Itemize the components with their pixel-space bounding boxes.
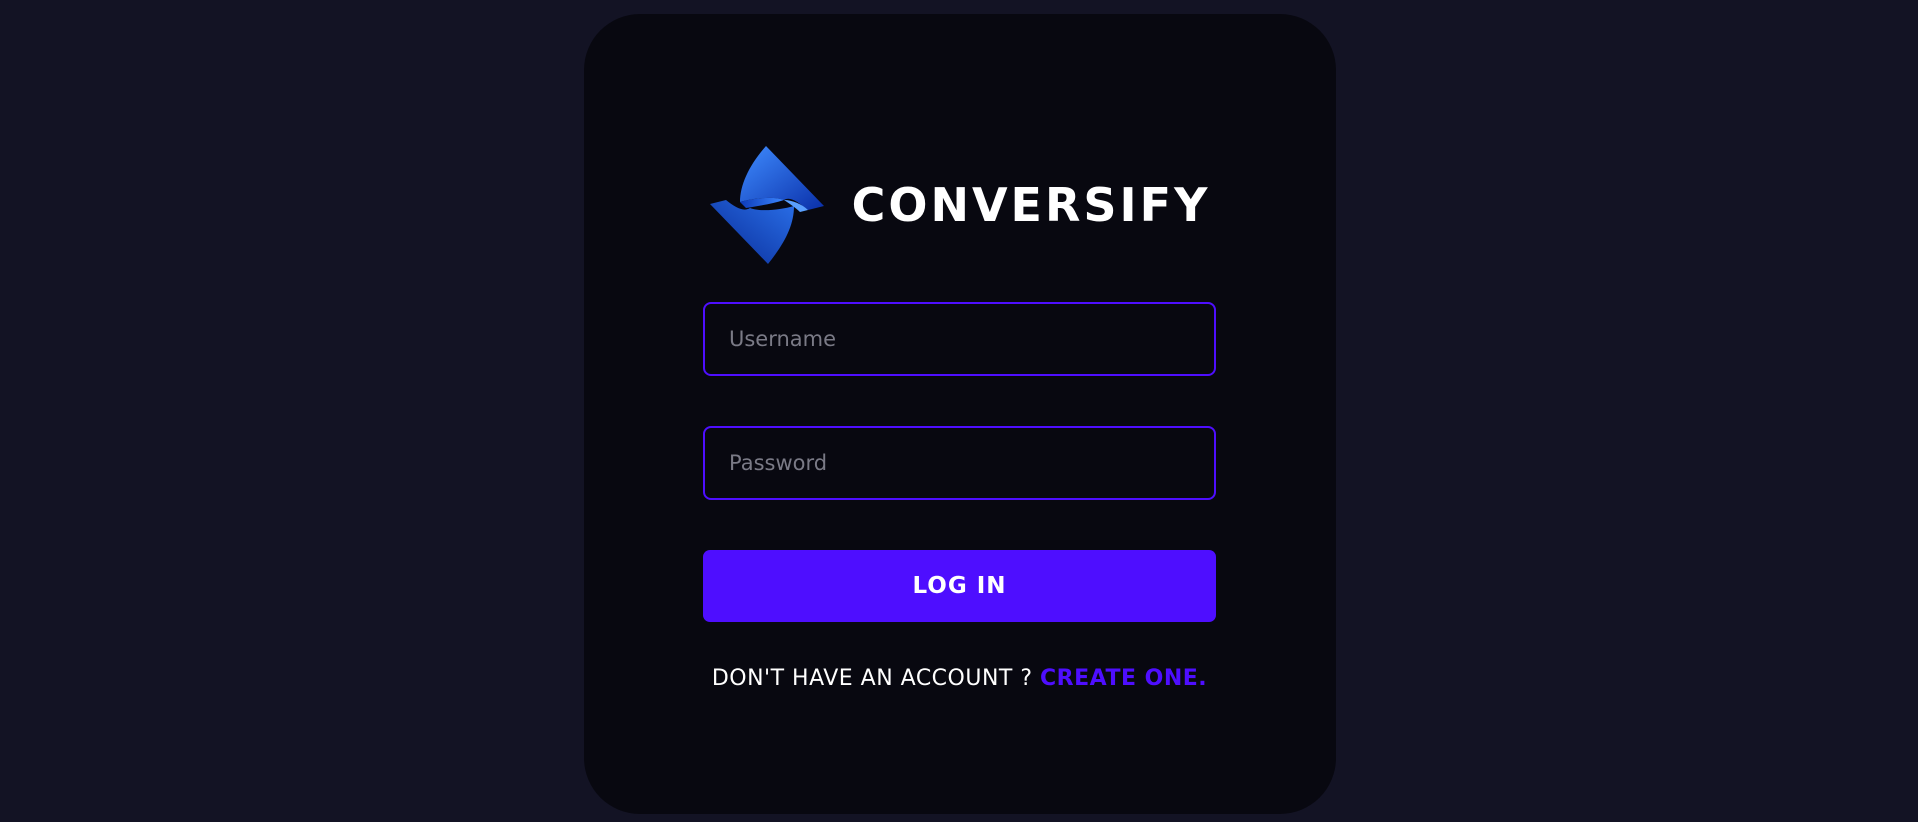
login-page: CONVERSIFY LOG IN DON'T HAVE AN ACCOUNT … bbox=[0, 0, 1918, 822]
create-account-link[interactable]: CREATE ONE. bbox=[1040, 666, 1207, 691]
conversify-logo-icon bbox=[709, 146, 824, 264]
signup-prompt-text: DON'T HAVE AN ACCOUNT ? bbox=[711, 666, 1041, 691]
password-input[interactable] bbox=[703, 426, 1216, 500]
login-card: CONVERSIFY LOG IN DON'T HAVE AN ACCOUNT … bbox=[584, 14, 1336, 814]
login-button[interactable]: LOG IN bbox=[703, 550, 1216, 622]
signup-prompt: DON'T HAVE AN ACCOUNT ? CREATE ONE. bbox=[703, 666, 1216, 691]
username-input[interactable] bbox=[703, 302, 1216, 376]
brand-name: CONVERSIFY bbox=[851, 178, 1211, 232]
brand-header: CONVERSIFY bbox=[584, 144, 1336, 264]
